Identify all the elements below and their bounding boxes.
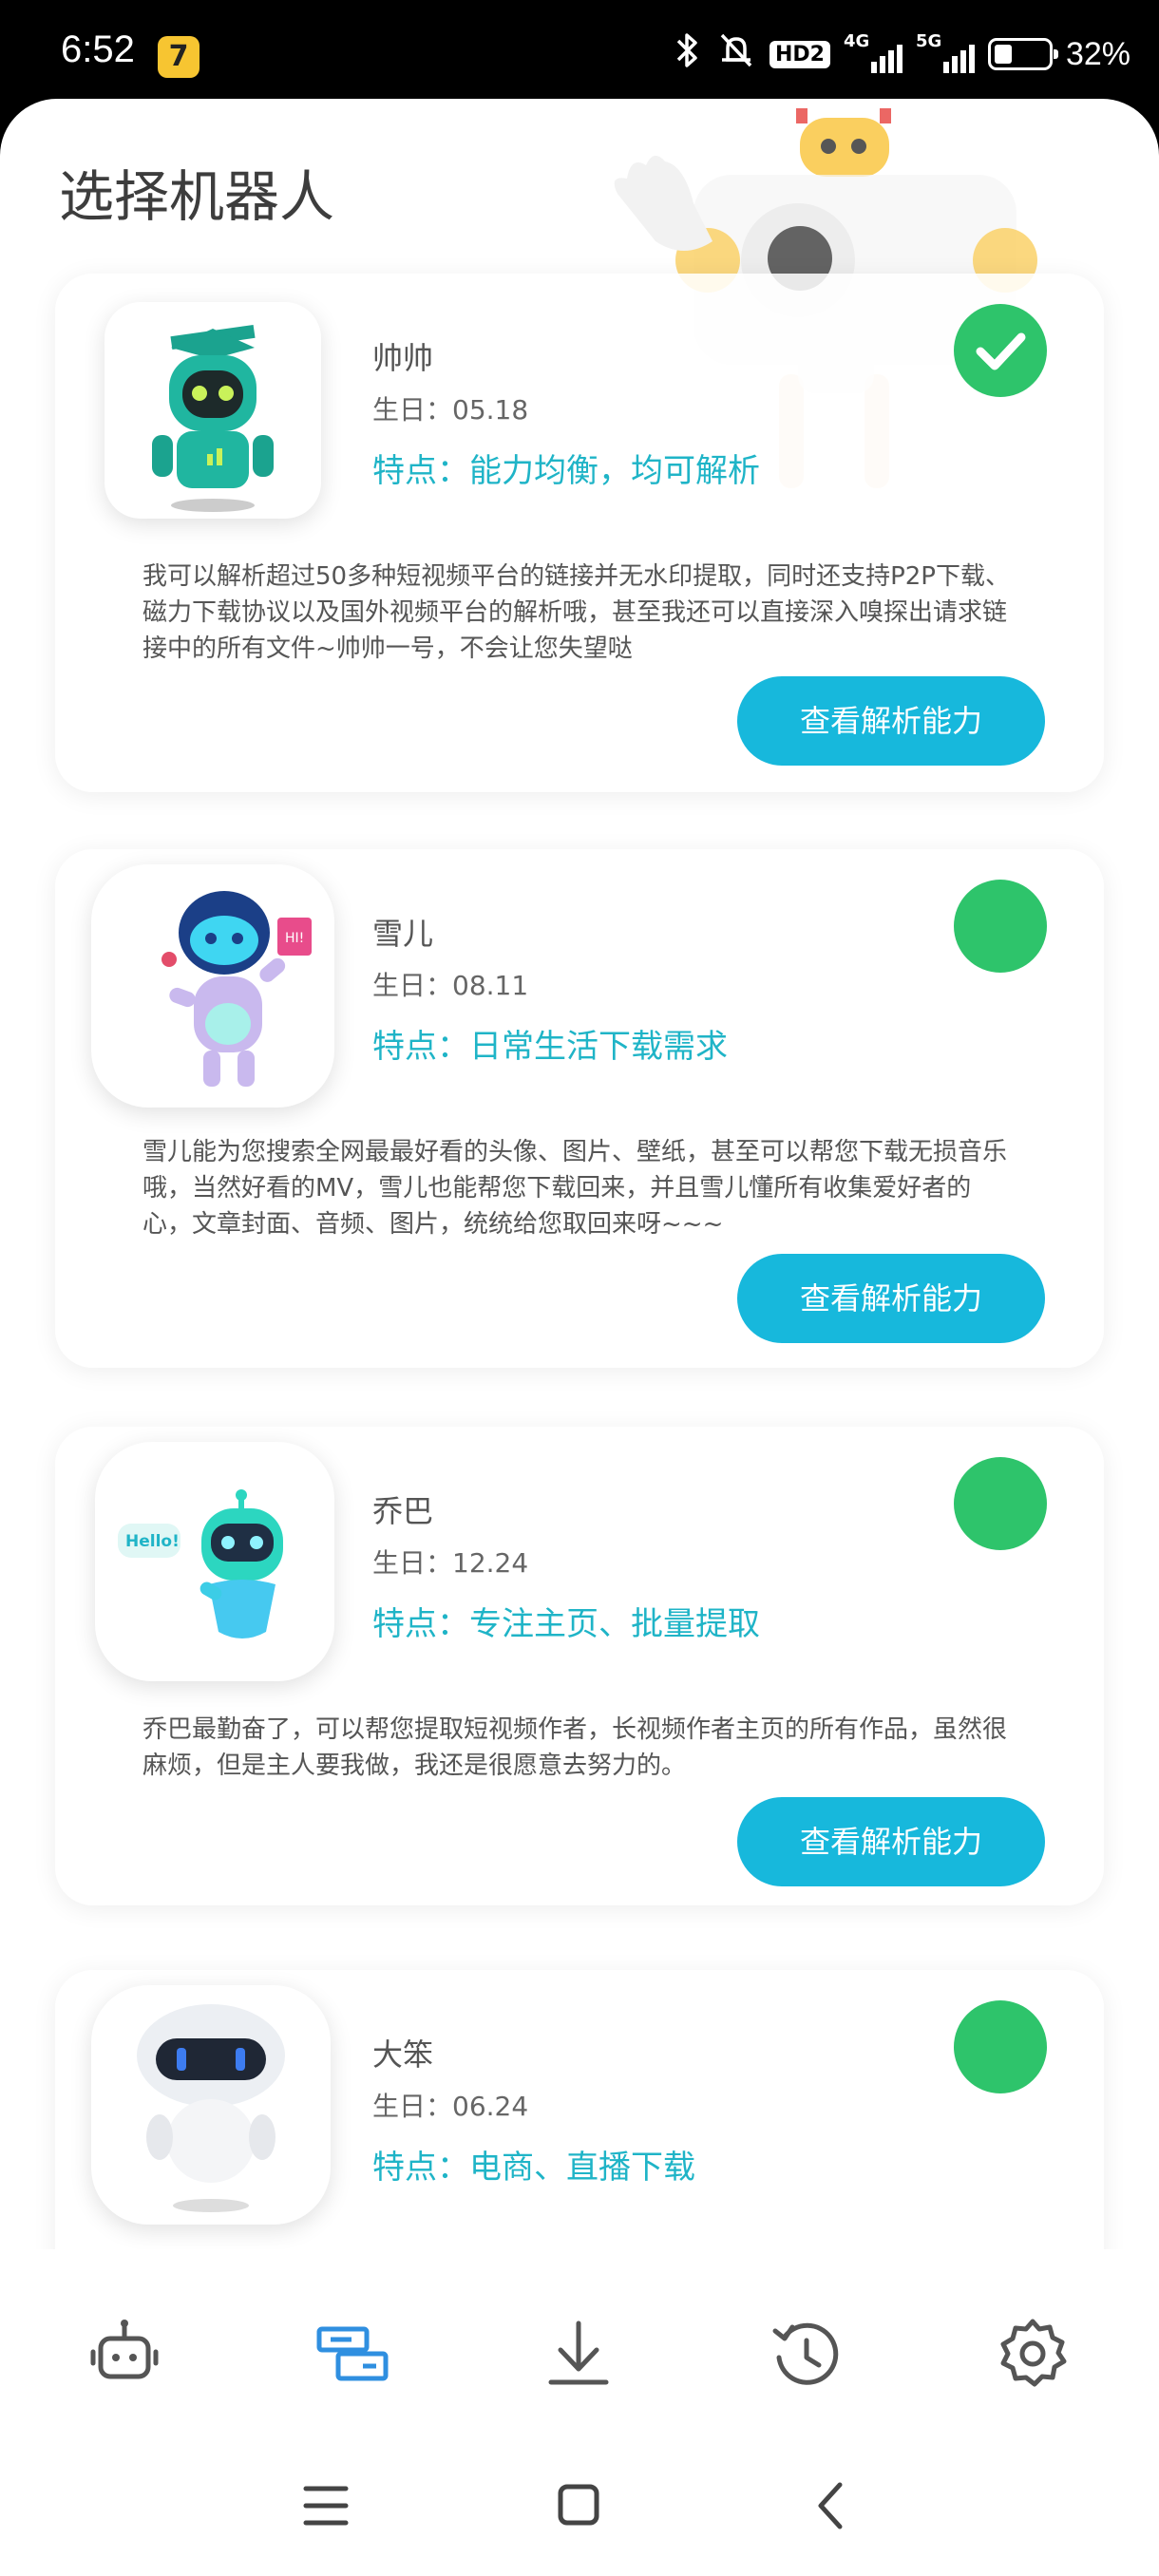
back-button[interactable] [788,2468,874,2544]
tab-settings[interactable] [990,2312,1075,2397]
view-parse-ability-button[interactable]: 查看解析能力 [737,676,1045,766]
robot-feature: 特点：电商、直播下载 [372,2149,695,2187]
battery-icon: 32% [987,35,1130,73]
robot-description: 我可以解析超过50多种短视频平台的链接并无水印提取，同时还支持P2P下载、磁力下… [142,562,1010,663]
menu-button[interactable] [283,2468,369,2544]
history-icon [772,2322,839,2385]
robot-birthday: 生日：08.11 [372,970,529,1001]
robot-icon [90,2320,159,2379]
notification-app-icon: 7 [158,36,200,78]
view-parse-ability-button[interactable]: 查看解析能力 [737,1254,1045,1343]
status-icons: HD2 4G 5G 32% [671,30,1130,78]
robot-card-xueer[interactable]: HI! 雪儿 生日：08.11 特点：日常生活下载需求 雪儿能为您搜索全网最最好… [55,849,1104,1368]
robot-name: 大笨 [372,2036,434,2073]
system-nav-bar [0,2439,1159,2576]
status-time: 6:52 [61,28,135,70]
select-circle-icon[interactable] [954,1457,1047,1550]
selected-check-icon[interactable] [954,304,1047,397]
silent-icon [716,31,756,78]
robot-feature: 特点：日常生活下载需求 [372,1028,728,1066]
robot-name: 雪儿 [372,916,434,952]
bottom-tab-bar [0,2249,1159,2439]
signal-icon-5g: 5G [916,31,975,73]
settings-icon [1000,2319,1067,2387]
select-circle-icon[interactable] [954,880,1047,973]
menu-icon [303,2486,349,2526]
robot-name: 乔巴 [372,1493,434,1529]
tab-parse[interactable] [310,2312,395,2397]
tab-history[interactable] [764,2312,849,2397]
robot-avatar: Hello! [95,1442,334,1681]
back-icon [818,2482,843,2529]
status-bar: 6:52 7 HD2 4G 5G 32% [0,0,1159,104]
hello-bubble-text: Hello! [125,1532,180,1551]
signal-icon-4g: 4G [844,31,902,73]
tab-download[interactable] [536,2312,621,2397]
home-button[interactable] [536,2468,621,2544]
robot-avatar: HI! [91,864,334,1108]
robot-avatar [104,302,321,519]
view-parse-ability-button[interactable]: 查看解析能力 [737,1797,1045,1886]
robot-feature: 特点：能力均衡，均可解析 [372,452,760,490]
bluetooth-icon [671,31,703,78]
robot-card-shuaishuai[interactable]: 帅帅 生日：05.18 特点：能力均衡，均可解析 我可以解析超过50多种短视频平… [55,274,1104,792]
svg-text:HI!: HI! [285,931,304,946]
robot-birthday: 生日：12.24 [372,1547,529,1579]
page-title: 选择机器人 [59,164,335,229]
robot-description: 乔巴最勤奋了，可以帮您提取短视频作者，长视频作者主页的所有作品，虽然很麻烦，但是… [142,1715,1008,1780]
main-sheet: 选择机器人 帅帅 生日：05.18 特点：能力均衡，均可解析 我可以解析超过50… [0,99,1159,2576]
battery-percent: 32% [1065,35,1130,72]
robot-description: 雪儿能为您搜索全网最最好看的头像、图片、壁纸，甚至可以帮您下载无损音乐哦，当然好… [142,1138,1008,1239]
tab-robot[interactable] [82,2312,167,2397]
select-circle-icon[interactable] [954,2000,1047,2093]
robot-birthday: 生日：06.24 [372,2091,529,2122]
download-icon [548,2320,609,2385]
robot-feature: 特点：专注主页、批量提取 [372,1605,760,1643]
robot-birthday: 生日：05.18 [372,394,529,426]
hd-badge: HD2 [769,40,830,68]
parse-cards-icon [316,2326,389,2381]
robot-avatar [91,1985,331,2225]
home-icon [558,2484,599,2526]
robot-name: 帅帅 [372,340,434,376]
robot-card-qiaoba[interactable]: Hello! 乔巴 生日：12.24 特点：专注主页、批量提取 乔巴最勤奋了，可… [55,1427,1104,1905]
